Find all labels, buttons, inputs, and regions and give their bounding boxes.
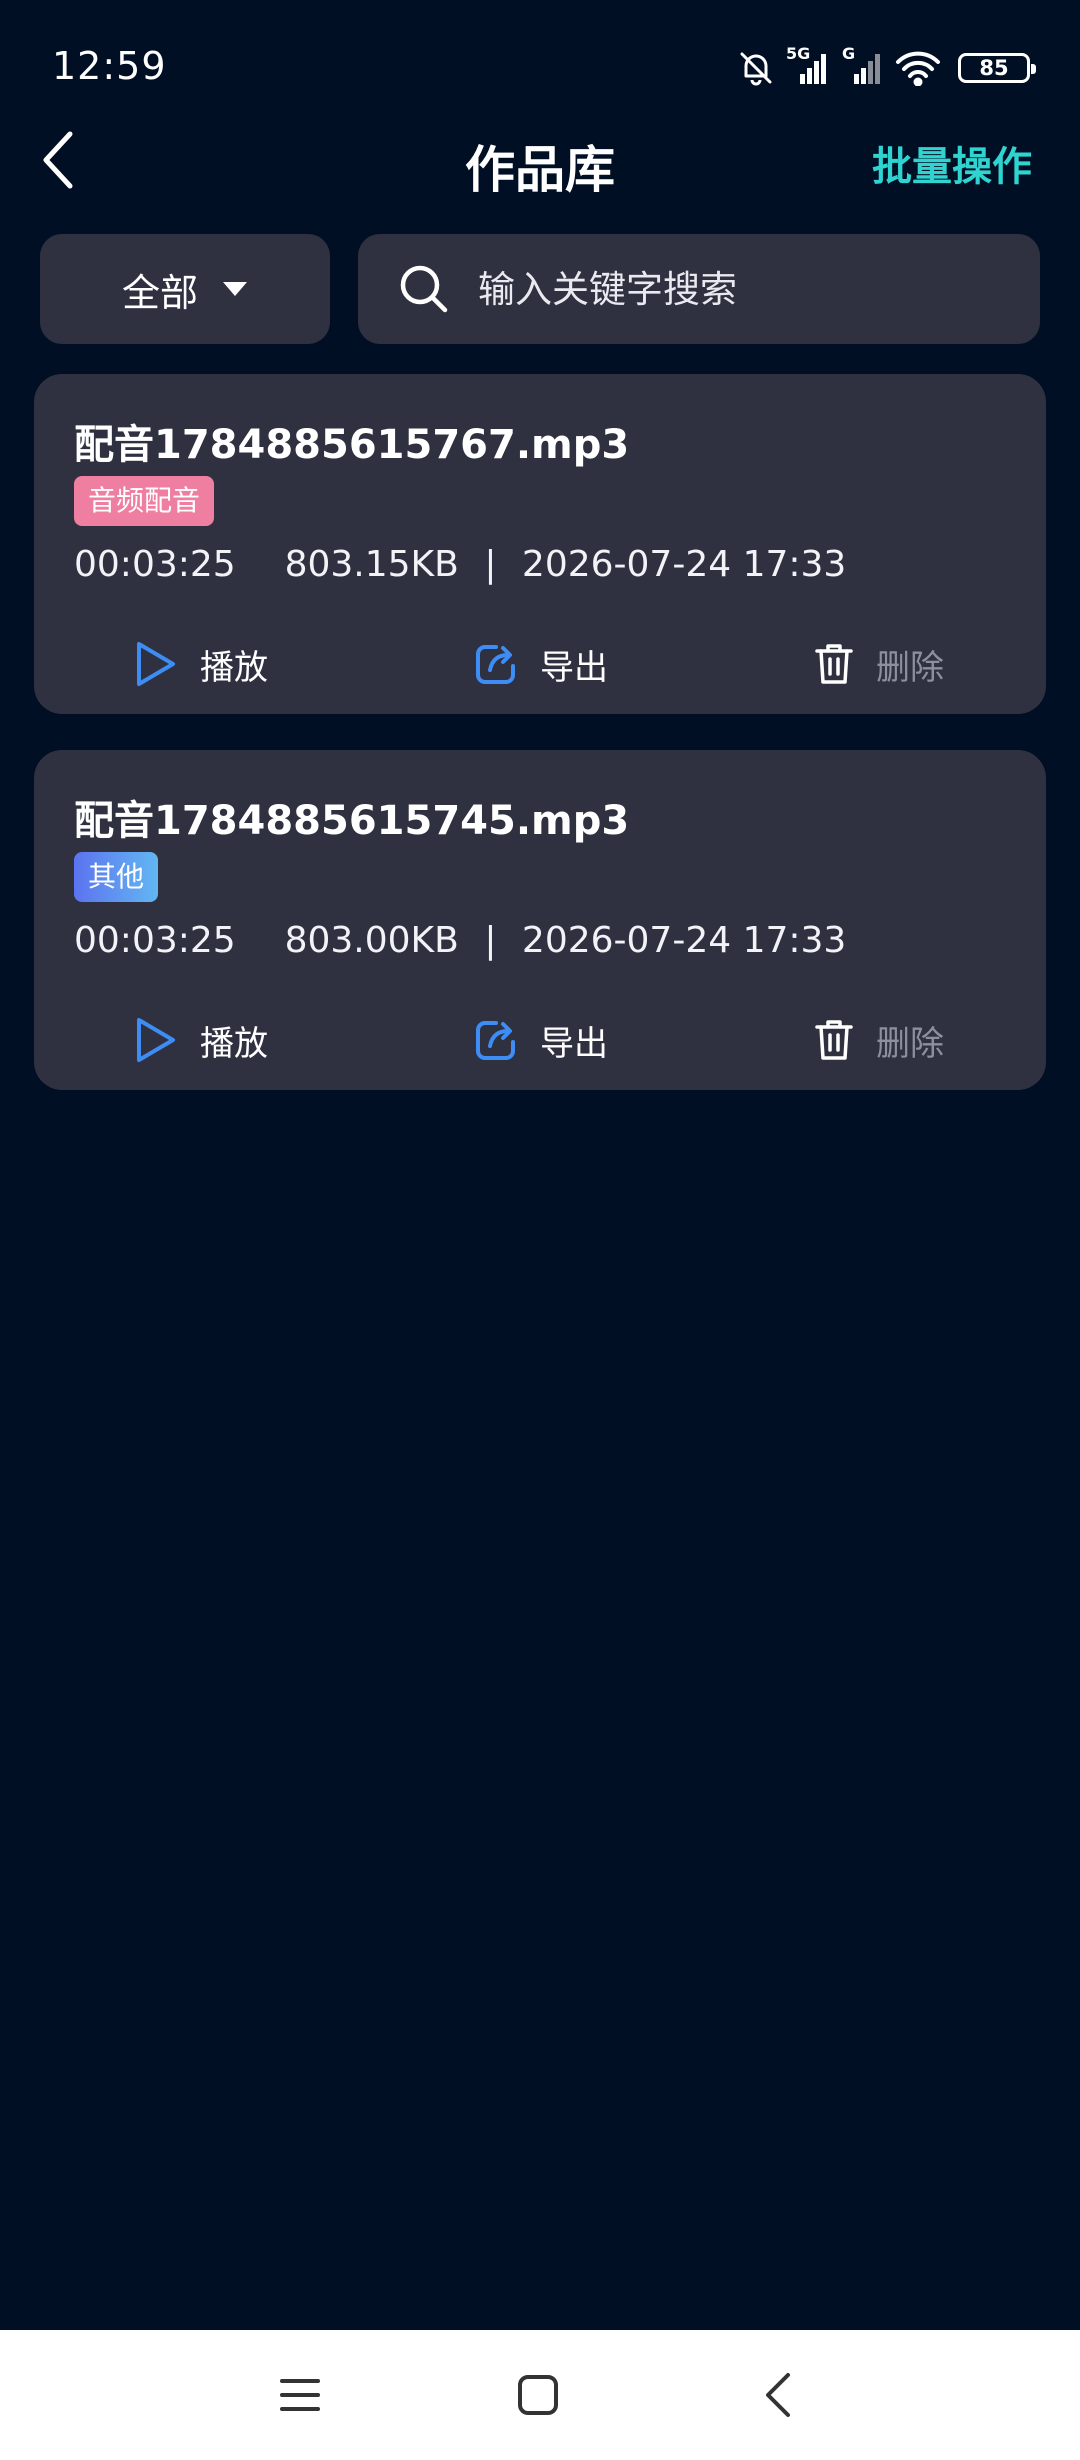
- play-icon: [137, 1018, 175, 1062]
- caret-down-icon: [223, 282, 247, 296]
- status-time: 12:59: [52, 44, 167, 88]
- delete-label: 删除: [876, 647, 944, 688]
- battery-level: 85: [979, 55, 1009, 80]
- delete-button[interactable]: 删除: [814, 1000, 944, 1080]
- category-dropdown[interactable]: 全部: [40, 234, 330, 344]
- search-icon: [400, 265, 448, 313]
- export-icon: [476, 645, 515, 684]
- category-selected-label: 全部: [121, 270, 198, 315]
- search-input[interactable]: [478, 267, 998, 311]
- page-header: 作品库 批量操作: [0, 120, 1080, 200]
- work-actions: 播放 导出 删除: [34, 1000, 1046, 1080]
- nav-back-button[interactable]: [728, 2330, 828, 2460]
- play-button[interactable]: 播放: [134, 624, 268, 704]
- work-duration: 00:03:25: [74, 544, 236, 585]
- search-box[interactable]: [358, 234, 1040, 344]
- status-bar: 12:59 5G G 85: [0, 0, 1080, 130]
- battery-icon: 85: [958, 53, 1036, 83]
- work-meta: 00:03:25 803.15KB | 2026-07-24 17:33: [74, 544, 846, 585]
- export-button[interactable]: 导出: [474, 1000, 608, 1080]
- work-title: 配音1784885615767.mp3: [74, 422, 630, 468]
- play-icon: [137, 642, 175, 686]
- export-button[interactable]: 导出: [474, 624, 608, 704]
- work-date: 2026-07-24 17:33: [521, 544, 847, 585]
- work-duration: 00:03:25: [74, 920, 236, 961]
- work-tag: 音频配音: [74, 476, 215, 526]
- home-square-icon: [518, 2375, 558, 2415]
- work-size: 803.00KB: [284, 920, 459, 961]
- wifi-icon: [894, 50, 942, 86]
- meta-separator: |: [484, 920, 497, 961]
- work-card[interactable]: 配音1784885615745.mp3 其他 00:03:25 803.00KB…: [34, 750, 1046, 1090]
- play-label: 播放: [200, 1023, 268, 1064]
- delete-label: 删除: [876, 1023, 944, 1064]
- nav-home-button[interactable]: [488, 2330, 588, 2460]
- work-title: 配音1784885615745.mp3: [74, 798, 630, 844]
- menu-icon: [280, 2379, 320, 2411]
- trash-icon: [815, 644, 853, 684]
- work-tag: 其他: [74, 852, 159, 902]
- nav-menu-button[interactable]: [250, 2330, 350, 2460]
- back-chevron-icon: [766, 2373, 790, 2417]
- export-label: 导出: [540, 647, 608, 688]
- network-type-label-2: G: [842, 44, 856, 63]
- trash-icon: [815, 1020, 853, 1060]
- system-navigation-bar: [0, 2330, 1080, 2460]
- work-meta: 00:03:25 803.00KB | 2026-07-24 17:33: [74, 920, 846, 961]
- export-icon: [476, 1021, 515, 1060]
- export-label: 导出: [540, 1023, 608, 1064]
- delete-button[interactable]: 删除: [814, 624, 944, 704]
- work-actions: 播放 导出 删除: [34, 624, 1046, 704]
- network-type-label: 5G: [786, 44, 811, 63]
- play-button[interactable]: 播放: [134, 1000, 268, 1080]
- signal-g-icon: G: [840, 44, 884, 86]
- works-library-screen: 12:59 5G G 85 作品库 批量操作 全部 输入关键字搜索 配音1784…: [0, 0, 1080, 2460]
- work-size: 803.15KB: [284, 544, 459, 585]
- status-icons: 5G G 85: [736, 44, 1036, 92]
- meta-separator: |: [484, 544, 497, 585]
- work-card[interactable]: 配音1784885615767.mp3 音频配音 00:03:25 803.15…: [34, 374, 1046, 714]
- work-date: 2026-07-24 17:33: [521, 920, 847, 961]
- signal-5g-icon: 5G: [786, 44, 830, 86]
- bell-muted-icon: [736, 48, 776, 88]
- play-label: 播放: [200, 647, 268, 688]
- batch-operation-button[interactable]: 批量操作: [872, 134, 1032, 192]
- filter-row: 全部: [40, 234, 1040, 344]
